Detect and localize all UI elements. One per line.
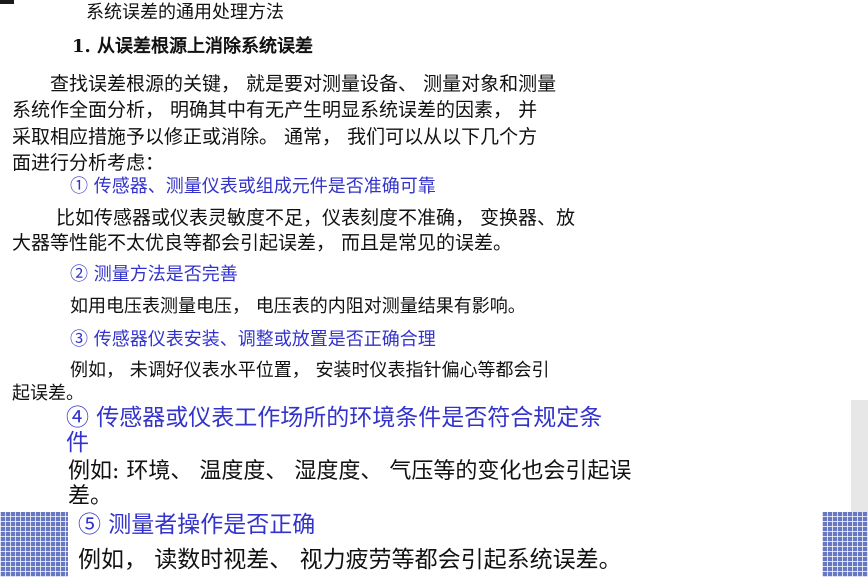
item-3-heading: ③ 传感器仪表安装、调整或放置是否正确合理 bbox=[70, 329, 436, 350]
top-corner-mark bbox=[0, 0, 14, 4]
decorative-grid-right bbox=[822, 512, 868, 577]
decorative-strip-right bbox=[851, 400, 868, 512]
intro-line-3: 采取相应措施予以修正或消除。 通常， 我们可以从以下几个方 bbox=[12, 126, 538, 148]
item-1-line-2: 大器等性能不太优良等都会引起误差， 而且是常见的误差。 bbox=[12, 232, 513, 254]
intro-line-2: 系统作全面分析， 明确其中有无产生明显系统误差的因素， 并 bbox=[12, 99, 538, 121]
item-2-line-1: 如用电压表测量电压， 电压表的内阻对测量结果有影响。 bbox=[70, 296, 526, 317]
item-4-heading: ④ 传感器或仪表工作场所的环境条件是否符合规定条 bbox=[66, 405, 603, 431]
item-4-line-1: 例如: 环境、 温度度、 湿度度、 气压等的变化也会引起误 bbox=[68, 459, 632, 484]
item-2-heading: ② 测量方法是否完善 bbox=[70, 264, 238, 285]
intro-line-1: 查找误差根源的关键， 就是要对测量设备、 测量对象和测量 bbox=[50, 73, 557, 95]
decorative-grid-left bbox=[0, 512, 68, 577]
item-1-line-1: 比如传感器或仪表灵敏度不足，仪表刻度不准确， 变换器、放 bbox=[56, 207, 576, 229]
item-5-line-1: 例如， 读数时视差、 视力疲劳等都会引起系统误差。 bbox=[78, 547, 622, 573]
slide-title: 系统误差的通用处理方法 bbox=[86, 2, 284, 23]
intro-line-4: 面进行分析考虑： bbox=[12, 152, 165, 174]
section-heading: 1. 从误差根源上消除系统误差 bbox=[72, 36, 314, 57]
item-4-line-2: 差。 bbox=[68, 484, 113, 509]
item-3-line-2: 起误差。 bbox=[12, 383, 84, 404]
item-3-line-1: 例如， 未调好仪表水平位置， 安装时仪表指针偏心等都会引 bbox=[70, 360, 550, 381]
item-4-heading-cont: 件 bbox=[66, 430, 89, 456]
item-5-heading: ⑤ 测量者操作是否正确 bbox=[78, 512, 316, 538]
item-1-heading: ① 传感器、测量仪表或组成元件是否准确可靠 bbox=[70, 176, 436, 197]
